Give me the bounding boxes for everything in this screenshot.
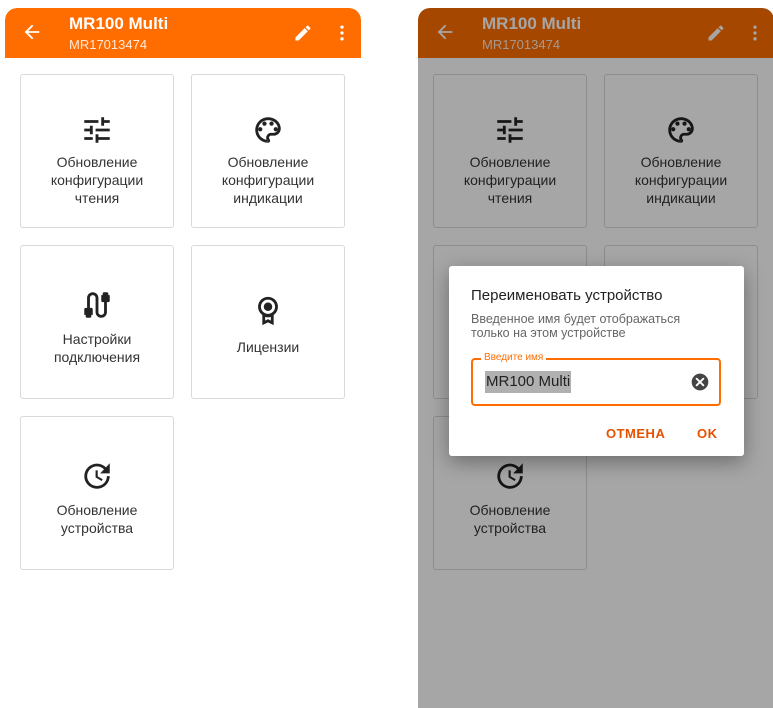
tune-sliders-icon (84, 117, 110, 143)
back-arrow-icon[interactable] (21, 21, 43, 43)
main-screen: MR100 Multi MR17013474 Обновление конфиг… (5, 8, 361, 708)
tile-indication-config[interactable]: Обновление конфигурации индикации (191, 74, 345, 228)
tile-label: Обновление устройства (56, 502, 138, 536)
name-field-label: Введите имя (481, 351, 547, 365)
cancel-button[interactable]: ОТМЕНА (606, 426, 665, 441)
tile-device-update[interactable]: Обновление устройства (20, 416, 174, 570)
tile-label: Обновление конфигурации индикации (221, 154, 315, 206)
device-serial: MR17013474 (69, 37, 148, 52)
edit-pencil-icon[interactable] (293, 23, 313, 43)
clear-text-icon[interactable] (690, 372, 710, 392)
name-input-selected-text[interactable]: MR100 Multi (485, 371, 572, 393)
tile-label: Настройки подключения (53, 331, 141, 365)
tile-label: Лицензии (236, 339, 300, 355)
update-history-icon (84, 463, 110, 489)
app-bar: MR100 Multi MR17013474 (5, 8, 361, 58)
ok-button[interactable]: OK (697, 426, 718, 441)
rename-dialog: Переименовать устройство Введенное имя б… (449, 266, 744, 456)
dialog-title: Переименовать устройство (471, 287, 663, 304)
palette-icon (255, 117, 281, 143)
device-title: MR100 Multi (69, 14, 169, 33)
tile-connection-settings[interactable]: Настройки подключения (20, 245, 174, 399)
license-badge-icon (258, 296, 278, 326)
dialog-message: Введенное имя будет отображаться только … (471, 312, 681, 340)
more-vert-icon[interactable] (332, 22, 352, 44)
name-field[interactable]: Введите имя MR100 Multi (471, 351, 721, 406)
tile-label: Обновление конфигурации чтения (50, 154, 144, 206)
rename-dialog-screen: MR100 Multi MR17013474 Обновление конфиг… (418, 8, 773, 708)
tile-licenses[interactable]: Лицензии (191, 245, 345, 399)
tile-reading-config[interactable]: Обновление конфигурации чтения (20, 74, 174, 228)
cable-connector-icon (84, 292, 110, 318)
